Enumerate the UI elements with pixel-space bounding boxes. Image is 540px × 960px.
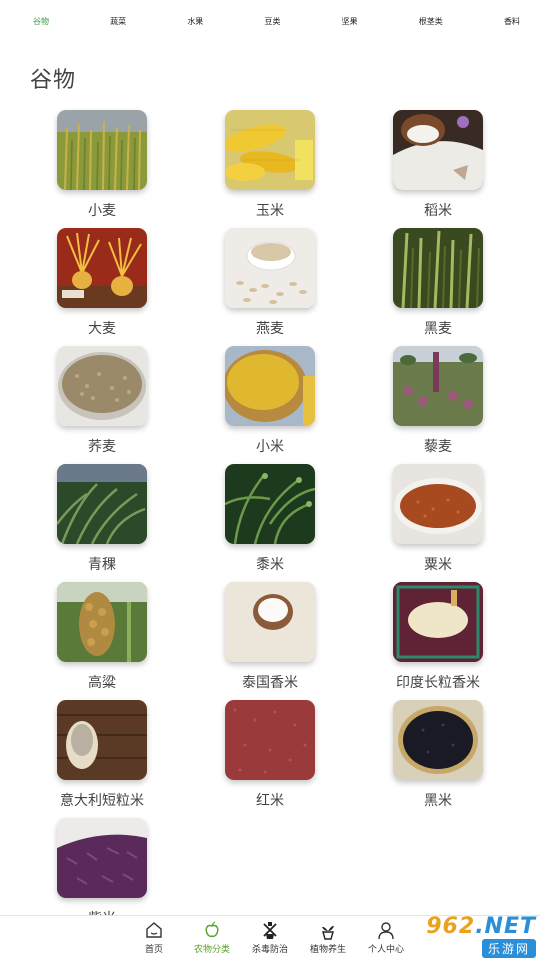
item-label: 藜麦: [424, 439, 452, 455]
nav-plant-care[interactable]: 植物养生: [298, 920, 358, 955]
apple-icon: [205, 921, 219, 938]
home-icon: [146, 922, 162, 938]
tab-spices[interactable]: 香料: [504, 16, 520, 27]
tab-nuts[interactable]: 坚果: [342, 16, 358, 27]
item-label: 印度长粒香米: [396, 675, 480, 691]
grid-item-basmati-rice[interactable]: 印度长粒香米: [353, 582, 523, 692]
nav-plant-care-label: 植物养生: [309, 945, 346, 955]
grid-item-quinoa[interactable]: 藜麦: [353, 346, 523, 456]
black-rice-image: [393, 700, 483, 780]
grid-item-buckwheat[interactable]: 荞麦: [17, 346, 187, 456]
item-label: 意大利短粒米: [60, 793, 144, 809]
tab-grains[interactable]: 谷物: [33, 16, 49, 27]
purple-rice-image: [57, 818, 147, 898]
grid-item-black-rice[interactable]: 黑米: [353, 700, 523, 810]
nav-profile-label: 个人中心: [367, 945, 404, 955]
highland-barley-image: [57, 464, 147, 544]
grid-item-arborio-rice[interactable]: 意大利短粒米: [17, 700, 187, 810]
item-label: 燕麦: [256, 321, 284, 337]
grid-item-rice[interactable]: 稻米: [353, 110, 523, 220]
page-title: 谷物: [30, 68, 77, 93]
proso-millet-image: [225, 464, 315, 544]
person-icon: [378, 922, 394, 940]
bottom-nav: 首页 农物分类 杀毒防治 植物养生 个人中心 962.NET 乐游网: [0, 915, 540, 960]
category-tabs: 谷物 蔬菜 水果 豆类 坚果 根茎类 香料: [0, 0, 540, 42]
grid-item-foxtail-millet[interactable]: 粟米: [353, 464, 523, 574]
sorghum-head-image: [57, 582, 147, 662]
grid-item-proso-millet[interactable]: 黍米: [185, 464, 355, 574]
grid-item-barley[interactable]: 大麦: [17, 228, 187, 338]
potted-plant-icon: [322, 925, 334, 940]
nav-pest-control-label: 杀毒防治: [251, 945, 288, 955]
nav-pest-control[interactable]: 杀毒防治: [240, 920, 300, 955]
quinoa-plants-image: [393, 346, 483, 426]
arborio-rice-sack-image: [57, 700, 147, 780]
grid-item-sorghum[interactable]: 高粱: [17, 582, 187, 692]
item-label: 玉米: [256, 203, 284, 219]
tab-beans[interactable]: 豆类: [264, 16, 280, 27]
item-label: 小米: [256, 439, 284, 455]
grid-item-jasmine-rice[interactable]: 泰国香米: [185, 582, 355, 692]
item-label: 青稞: [88, 557, 116, 573]
item-label: 泰国香米: [242, 675, 298, 691]
item-label: 小麦: [88, 203, 116, 219]
grid-item-purple-rice[interactable]: 紫米: [17, 818, 187, 928]
nav-home-label: 首页: [144, 945, 163, 955]
red-rice-image: [225, 700, 315, 780]
nav-categories-label: 农物分类: [193, 945, 230, 955]
watermark-logo: 962.NET: [426, 914, 536, 939]
foxtail-millet-grains-image: [393, 464, 483, 544]
item-label: 粟米: [424, 557, 452, 573]
item-label: 黑麦: [424, 321, 452, 337]
grid-item-millet[interactable]: 小米: [185, 346, 355, 456]
oat-flakes-image: [225, 228, 315, 308]
rice-bowl-image: [393, 110, 483, 190]
grid-item-corn[interactable]: 玉米: [185, 110, 355, 220]
item-label: 黑米: [424, 793, 452, 809]
corn-cobs-image: [225, 110, 315, 190]
nav-categories[interactable]: 农物分类: [182, 920, 242, 955]
basmati-rice-image: [393, 582, 483, 662]
buckwheat-bowl-image: [57, 346, 147, 426]
grid-item-wheat[interactable]: 小麦: [17, 110, 187, 220]
grid-item-oats[interactable]: 燕麦: [185, 228, 355, 338]
item-label: 大麦: [88, 321, 116, 337]
rye-ears-image: [393, 228, 483, 308]
tab-fruits[interactable]: 水果: [187, 16, 203, 27]
grid-item-red-rice[interactable]: 红米: [185, 700, 355, 810]
item-label: 稻米: [424, 203, 452, 219]
item-label: 黍米: [256, 557, 284, 573]
tab-vegetables[interactable]: 蔬菜: [110, 16, 126, 27]
tab-roots[interactable]: 根茎类: [419, 16, 443, 27]
grid-item-highland-barley[interactable]: 青稞: [17, 464, 187, 574]
item-label: 红米: [256, 793, 284, 809]
barley-bundles-image: [57, 228, 147, 308]
jasmine-rice-image: [225, 582, 315, 662]
grid-item-rye[interactable]: 黑麦: [353, 228, 523, 338]
watermark-site-name: 乐游网: [481, 939, 536, 958]
wheat-field-image: [57, 110, 147, 190]
pesticide-icon: [263, 922, 277, 939]
site-watermark: 962.NET 乐游网: [404, 914, 536, 958]
item-label: 荞麦: [88, 439, 116, 455]
millet-bowl-image: [225, 346, 315, 426]
item-label: 高粱: [88, 675, 116, 691]
nav-home[interactable]: 首页: [124, 920, 184, 955]
